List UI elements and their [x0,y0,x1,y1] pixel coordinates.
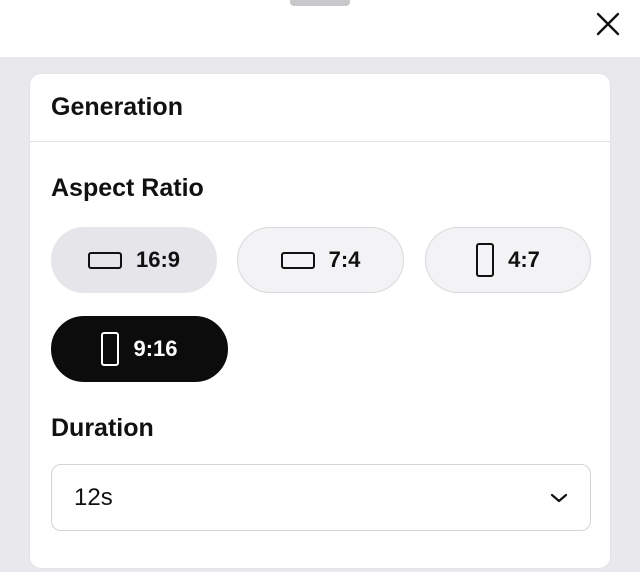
duration-label: Duration [51,414,154,442]
duration-value: 12s [74,483,113,511]
card-header: Generation [30,74,610,142]
sheet-top-bar [0,0,640,57]
generation-card: Generation Aspect Ratio 16:9 7:4 4:7 9:1… [29,73,611,569]
chevron-down-icon [550,493,568,502]
ratio-option-7-4[interactable]: 7:4 [237,227,404,293]
ratio-option-label: 9:16 [133,336,178,361]
card-title: Generation [51,93,183,121]
landscape-rect-icon [280,251,315,269]
close-icon [596,12,620,36]
duration-select[interactable]: 12s [51,464,591,531]
close-button[interactable] [590,6,626,42]
landscape-rect-icon [87,251,122,269]
ratio-option-label: 7:4 [328,247,361,272]
aspect-ratio-label: Aspect Ratio [51,174,204,202]
ratio-option-9-16[interactable]: 9:16 [51,316,228,382]
ratio-option-label: 4:7 [508,247,540,272]
portrait-rect-icon [476,243,495,277]
drag-handle[interactable] [290,0,350,6]
ratio-option-label: 16:9 [135,247,181,272]
portrait-rect-icon [101,332,120,366]
ratio-option-4-7[interactable]: 4:7 [425,227,591,293]
ratio-option-16-9[interactable]: 16:9 [51,227,217,293]
